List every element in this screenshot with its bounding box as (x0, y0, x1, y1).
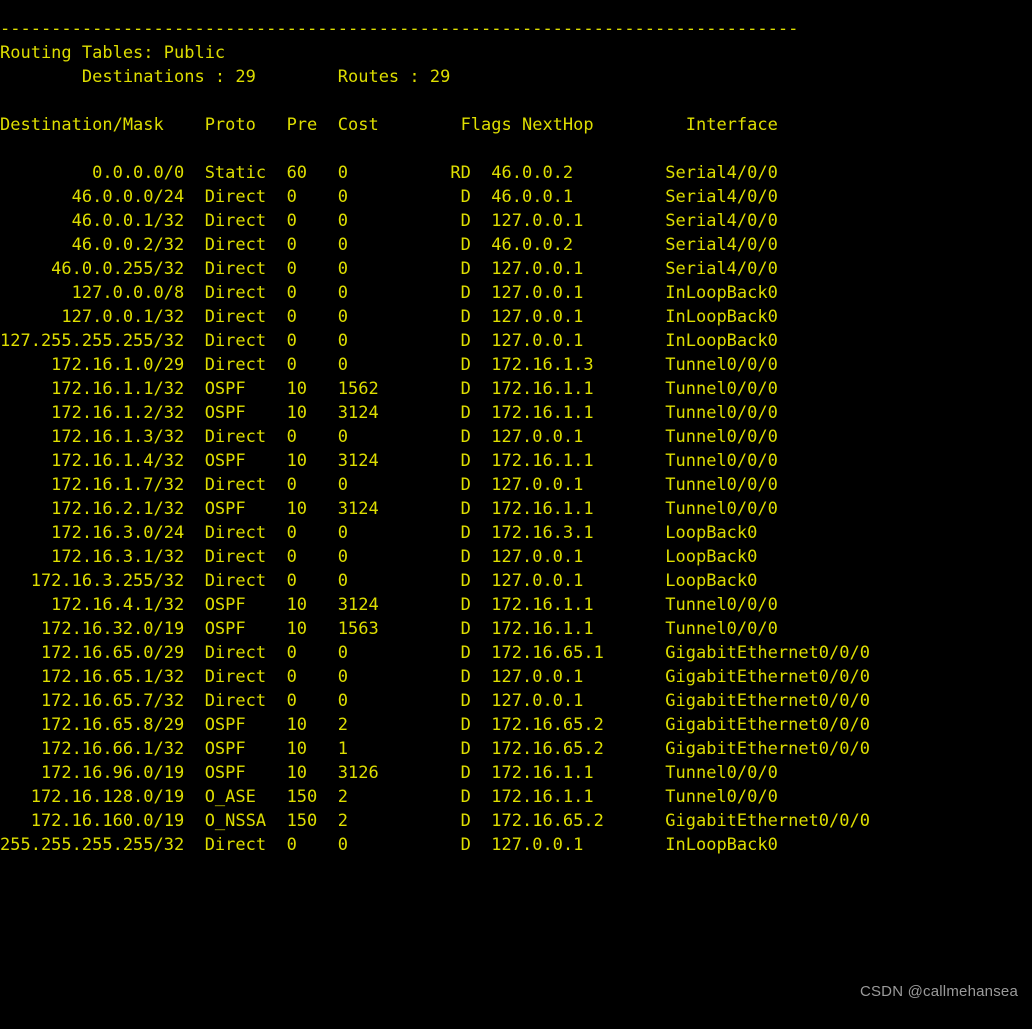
terminal-line: 172.16.1.1/32 OSPF 10 1562 D 172.16.1.1 … (0, 379, 778, 399)
terminal-line: 46.0.0.0/24 Direct 0 0 D 46.0.0.1 Serial… (0, 187, 778, 207)
terminal-line: 172.16.4.1/32 OSPF 10 3124 D 172.16.1.1 … (0, 595, 778, 615)
terminal-line: 172.16.65.0/29 Direct 0 0 D 172.16.65.1 … (0, 643, 870, 663)
terminal-line: 172.16.128.0/19 O_ASE 150 2 D 172.16.1.1… (0, 787, 778, 807)
terminal-line: 172.16.1.0/29 Direct 0 0 D 172.16.1.3 Tu… (0, 355, 778, 375)
terminal-line: 172.16.1.7/32 Direct 0 0 D 127.0.0.1 Tun… (0, 475, 778, 495)
terminal-line: 172.16.96.0/19 OSPF 10 3126 D 172.16.1.1… (0, 763, 778, 783)
terminal-line: 172.16.3.1/32 Direct 0 0 D 127.0.0.1 Loo… (0, 547, 758, 567)
terminal-line: Destinations : 29 Routes : 29 (0, 67, 451, 87)
terminal-line: 46.0.0.2/32 Direct 0 0 D 46.0.0.2 Serial… (0, 235, 778, 255)
terminal-line: 172.16.2.1/32 OSPF 10 3124 D 172.16.1.1 … (0, 499, 778, 519)
terminal-line: 172.16.3.255/32 Direct 0 0 D 127.0.0.1 L… (0, 571, 758, 591)
terminal-line: 0.0.0.0/0 Static 60 0 RD 46.0.0.2 Serial… (0, 163, 778, 183)
terminal-line: 172.16.1.3/32 Direct 0 0 D 127.0.0.1 Tun… (0, 427, 778, 447)
terminal-line: 172.16.3.0/24 Direct 0 0 D 172.16.3.1 Lo… (0, 523, 758, 543)
terminal-line: 127.0.0.1/32 Direct 0 0 D 127.0.0.1 InLo… (0, 307, 778, 327)
terminal-line: 127.255.255.255/32 Direct 0 0 D 127.0.0.… (0, 331, 778, 351)
terminal-line: 172.16.65.1/32 Direct 0 0 D 127.0.0.1 Gi… (0, 667, 870, 687)
terminal-line: 46.0.0.255/32 Direct 0 0 D 127.0.0.1 Ser… (0, 259, 778, 279)
terminal-line: 172.16.32.0/19 OSPF 10 1563 D 172.16.1.1… (0, 619, 778, 639)
terminal-line: 172.16.66.1/32 OSPF 10 1 D 172.16.65.2 G… (0, 739, 870, 759)
terminal-line: 172.16.1.2/32 OSPF 10 3124 D 172.16.1.1 … (0, 403, 778, 423)
terminal-line: ----------------------------------------… (0, 19, 799, 39)
terminal-line: 46.0.0.1/32 Direct 0 0 D 127.0.0.1 Seria… (0, 211, 778, 231)
watermark-label: CSDN @callmehansea (859, 983, 1018, 1000)
terminal-line: Destination/Mask Proto Pre Cost Flags Ne… (0, 115, 778, 135)
terminal-line: Routing Tables: Public (0, 43, 226, 63)
terminal-line: 127.0.0.0/8 Direct 0 0 D 127.0.0.1 InLoo… (0, 283, 778, 303)
terminal-line: 172.16.160.0/19 O_NSSA 150 2 D 172.16.65… (0, 811, 870, 831)
terminal-line: 255.255.255.255/32 Direct 0 0 D 127.0.0.… (0, 835, 778, 855)
terminal-line: 172.16.1.4/32 OSPF 10 3124 D 172.16.1.1 … (0, 451, 778, 471)
terminal-line: 172.16.65.7/32 Direct 0 0 D 127.0.0.1 Gi… (0, 691, 870, 711)
terminal-output: ----------------------------------------… (0, 17, 1032, 1029)
terminal-line: 172.16.65.8/29 OSPF 10 2 D 172.16.65.2 G… (0, 715, 870, 735)
